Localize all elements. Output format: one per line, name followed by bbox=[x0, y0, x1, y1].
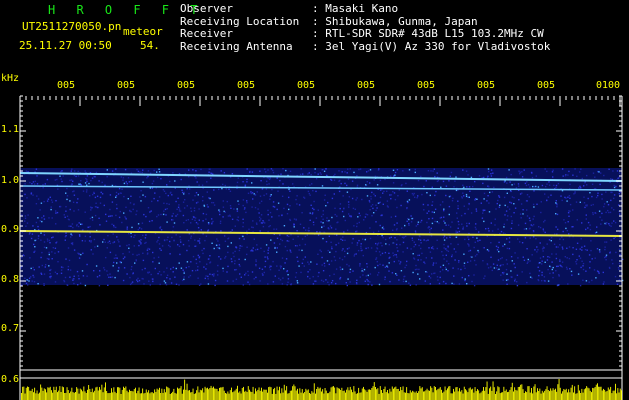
file-name: UT2511270050.pn bbox=[22, 20, 122, 33]
observer-key: Observer bbox=[180, 2, 233, 15]
x-tick-label: 005 bbox=[477, 80, 496, 91]
antenna-value: : 3el Yagi(V) Az 330 for Vladivostok bbox=[312, 39, 551, 53]
receiver-row: Receiver : RTL-SDR SDR# 43dB L15 103.2MH… bbox=[180, 27, 550, 41]
noise-band bbox=[20, 168, 624, 287]
y-tick-label: 1.1 bbox=[1, 124, 20, 135]
x-tick-label: 0100 bbox=[596, 80, 621, 91]
y-tick-label: 0.6 bbox=[1, 374, 20, 385]
station-info: Observer : Masaki Kano Receiving Locatio… bbox=[180, 2, 551, 54]
y-tick-label: 1.0 bbox=[1, 175, 20, 186]
x-tick-label: 005 bbox=[117, 80, 136, 91]
y-tick-label: 0.9 bbox=[1, 224, 20, 235]
mode-label: meteor bbox=[123, 25, 163, 38]
x-tick-label: 005 bbox=[357, 80, 376, 91]
meteor-count: 54. bbox=[140, 39, 160, 52]
receiver-value: : RTL-SDR SDR# 43dB L15 103.2MHz CW bbox=[312, 27, 544, 40]
x-tick-label: 005 bbox=[297, 80, 316, 91]
x-tick-label: 005 bbox=[417, 80, 436, 91]
y-tick-label: 0.7 bbox=[1, 323, 20, 334]
spectrogram-plot bbox=[19, 95, 624, 400]
y-axis-unit: kHz bbox=[1, 73, 20, 84]
x-tick-label: 005 bbox=[57, 80, 76, 91]
receiver-key: Receiver bbox=[180, 27, 233, 40]
x-tick-label: 005 bbox=[237, 80, 256, 91]
y-tick-label: 0.8 bbox=[1, 274, 20, 285]
x-tick-label: 005 bbox=[537, 80, 556, 91]
observer-value: : Masaki Kano bbox=[312, 2, 399, 15]
timestamp: 25.11.27 00:50 bbox=[19, 39, 112, 52]
level-bars bbox=[21, 379, 622, 400]
antenna-key: Receiving Antenna bbox=[180, 39, 293, 53]
antenna-row: Receiving Antenna : 3el Yagi(V) Az 330 f… bbox=[180, 39, 551, 54]
x-tick-label: 005 bbox=[177, 80, 196, 91]
observer-row: Observer : Masaki Kano bbox=[180, 2, 550, 16]
